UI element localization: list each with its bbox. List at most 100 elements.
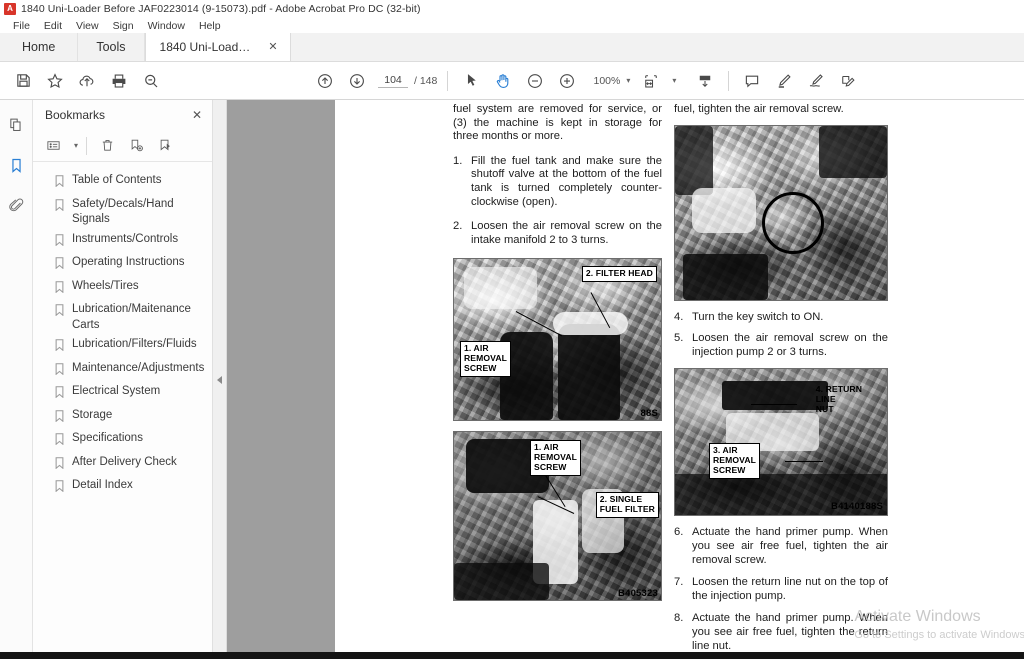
bookmark-icon: [55, 233, 65, 252]
options-list-icon[interactable]: [41, 133, 66, 158]
chevron-left-icon: [217, 375, 222, 384]
chevron-down-icon-fit[interactable]: ▾: [672, 76, 676, 85]
step-item-6: 6. Actuate the hand primer pump. When yo…: [674, 526, 888, 567]
photo-dark-region: [675, 125, 714, 196]
bookmark-label: Table of Contents: [72, 174, 162, 186]
cursor-arrow-icon[interactable]: [456, 66, 486, 96]
highlight-circle: [761, 191, 824, 254]
figure-code: 88S: [640, 408, 658, 420]
bookmark-item-3[interactable]: Operating Instructions: [33, 253, 212, 277]
print-icon[interactable]: [104, 66, 134, 96]
bookmark-label: Instruments/Controls: [72, 232, 179, 245]
callout-single-fuel-filter: 2. SINGLE FUEL FILTER: [595, 492, 659, 518]
bookmark-icon: [55, 433, 65, 451]
delete-trash-icon[interactable]: [95, 133, 120, 158]
step-text: Actuate the hand primer pump. When you s…: [692, 612, 888, 652]
attachments-icon[interactable]: [3, 192, 29, 218]
close-icon[interactable]: ✕: [266, 40, 279, 55]
bookmark-item-11[interactable]: After Delivery Check: [33, 453, 212, 477]
bookmark-icon: [55, 339, 65, 357]
photo-dark-region-2: [819, 125, 887, 178]
step-item-4: 4. Turn the key switch to ON.: [674, 311, 888, 325]
acrobat-window: A 1840 Uni-Loader Before JAF0223014 (9-1…: [0, 0, 1024, 659]
fill-and-sign-icon[interactable]: [833, 66, 863, 96]
fit-page-icon[interactable]: [636, 66, 666, 96]
bookmark-icon: [55, 175, 65, 193]
highlighter-icon[interactable]: [769, 66, 799, 96]
plus-circle-icon[interactable]: [552, 66, 582, 96]
menu-item-edit[interactable]: Edit: [37, 18, 69, 34]
bookmark-item-6[interactable]: Lubrication/Filters/Fluids: [33, 335, 212, 359]
zoom-level-control[interactable]: 100% ▾: [584, 75, 634, 87]
arrow-up-circle-icon[interactable]: [310, 66, 340, 96]
bookmark-icon: [55, 456, 65, 475]
figure-code: B4140188S: [831, 501, 883, 513]
toolbar-center-group: / 148: [310, 66, 863, 96]
bookmark-label: After Delivery Check: [72, 455, 177, 468]
save-icon[interactable]: [8, 66, 38, 96]
menu-item-window[interactable]: Window: [141, 18, 192, 34]
acrobat-icon: A: [4, 2, 16, 15]
bookmarks-panel-header: Bookmarks ✕: [33, 100, 212, 130]
step-item-2: 2. Loosen the air removal screw on the i…: [453, 220, 662, 247]
callout-air-removal-screw: 1. AIR REMOVAL SCREW: [530, 440, 582, 476]
menu-bar: File Edit View Sign Window Help: [0, 18, 1024, 34]
edit-bookmark-icon[interactable]: [153, 133, 178, 158]
bookmark-item-12[interactable]: Detail Index: [33, 476, 212, 500]
page-column-middle: fuel system are removed for service, or …: [453, 103, 662, 659]
hand-icon[interactable]: [488, 66, 518, 96]
star-icon[interactable]: [40, 66, 70, 96]
menu-item-file[interactable]: File: [6, 18, 37, 34]
chevron-down-icon-bookmarks[interactable]: ▾: [74, 141, 78, 150]
bookmark-item-0[interactable]: Table of Contents: [33, 171, 212, 195]
step-number: 2.: [453, 220, 463, 233]
bookmark-label: Maintenance/Adjustments: [72, 361, 205, 374]
minus-circle-icon[interactable]: [520, 66, 550, 96]
bookmark-item-8[interactable]: Electrical System: [33, 382, 212, 406]
tab-home[interactable]: Home: [0, 33, 79, 61]
document-viewport[interactable]: fuel system are removed for service, or …: [227, 100, 1024, 659]
comment-icon[interactable]: [737, 66, 767, 96]
bookmark-item-4[interactable]: Wheels/Tires: [33, 277, 212, 301]
bookmarks-panel-title: Bookmarks: [45, 108, 106, 122]
sign-icon[interactable]: [801, 66, 831, 96]
tab-document[interactable]: 1840 Uni-Loader B... ✕: [144, 33, 291, 61]
menu-item-view[interactable]: View: [69, 18, 106, 34]
photo-dark-region: [721, 381, 828, 411]
upload-cloud-icon[interactable]: [72, 66, 102, 96]
menu-item-sign[interactable]: Sign: [106, 18, 141, 34]
bookmark-item-1[interactable]: Safety/Decals/Hand Signals: [33, 195, 212, 230]
bookmark-item-2[interactable]: Instruments/Controls: [33, 230, 212, 254]
page-scroll-down-icon[interactable]: [690, 66, 720, 96]
collapse-panel-handle[interactable]: [213, 100, 227, 659]
bookmark-item-7[interactable]: Maintenance/Adjustments: [33, 359, 212, 383]
photo-dark-region-2: [557, 323, 620, 421]
bookmarks-icon[interactable]: [3, 152, 29, 178]
bookmark-item-5[interactable]: Lubrication/Maitenance Carts: [33, 300, 212, 335]
close-icon[interactable]: ✕: [192, 109, 202, 121]
page-total-label: / 148: [414, 74, 438, 87]
bookmark-item-9[interactable]: Storage: [33, 406, 212, 430]
search-icon[interactable]: [136, 66, 166, 96]
bookmark-item-10[interactable]: Specifications: [33, 429, 212, 453]
leader-line-1: [751, 404, 798, 406]
bookmark-icon: [55, 280, 65, 299]
new-bookmark-icon[interactable]: [124, 133, 149, 158]
step-text: Loosen the air removal screw on the inje…: [692, 332, 888, 358]
page-navigation: / 148: [378, 73, 437, 88]
arrow-down-circle-icon[interactable]: [342, 66, 372, 96]
step-number: 1.: [453, 154, 463, 167]
page-number-input[interactable]: [378, 73, 408, 88]
chevron-down-icon[interactable]: ▾: [626, 76, 630, 85]
bottom-edge-bar: [0, 652, 1024, 659]
page-gutter: [227, 100, 335, 659]
photo-light-region: [691, 188, 756, 234]
bookmark-label: Wheels/Tires: [72, 279, 139, 292]
menu-item-help[interactable]: Help: [192, 18, 228, 34]
tab-tools[interactable]: Tools: [78, 33, 145, 61]
navigation-rail: [0, 100, 33, 659]
bookmark-label: Safety/Decals/Hand Signals: [72, 197, 174, 226]
figure-single-fuel-filter-photo: 1. AIR REMOVAL SCREW 2. SINGLE FUEL FILT…: [453, 431, 662, 602]
page-thumbnails-icon[interactable]: [3, 112, 29, 138]
leader-line-2: [785, 461, 824, 463]
